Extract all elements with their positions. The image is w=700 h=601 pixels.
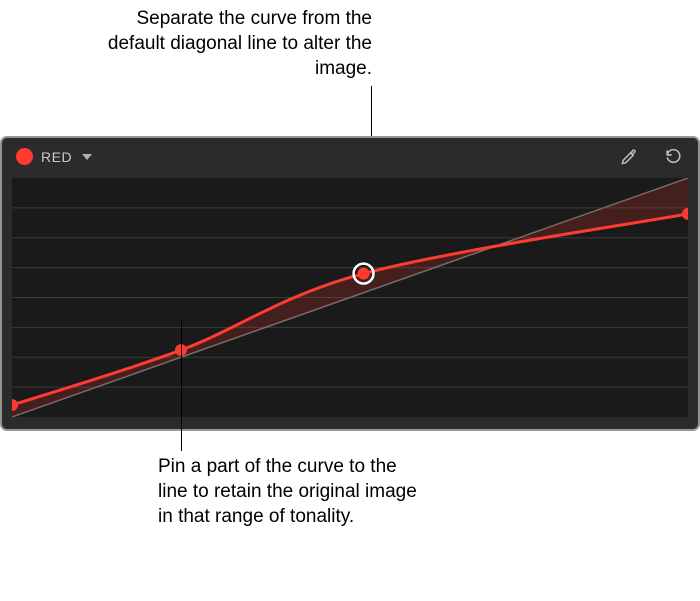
channel-color-swatch	[16, 148, 33, 165]
curves-panel: RED	[0, 136, 700, 431]
annotation-bottom: Pin a part of the curve to the line to r…	[158, 454, 418, 529]
reset-icon[interactable]	[662, 146, 684, 168]
chevron-down-icon[interactable]	[82, 154, 92, 160]
curve-svg[interactable]	[12, 178, 688, 417]
channel-dropdown-label[interactable]: RED	[41, 149, 72, 165]
leader-line-bottom	[181, 320, 182, 451]
curves-panel-header: RED	[2, 138, 698, 175]
curve-grid[interactable]	[12, 178, 688, 417]
eyedropper-icon[interactable]	[618, 146, 640, 168]
annotation-top: Separate the curve from the default diag…	[92, 6, 372, 81]
